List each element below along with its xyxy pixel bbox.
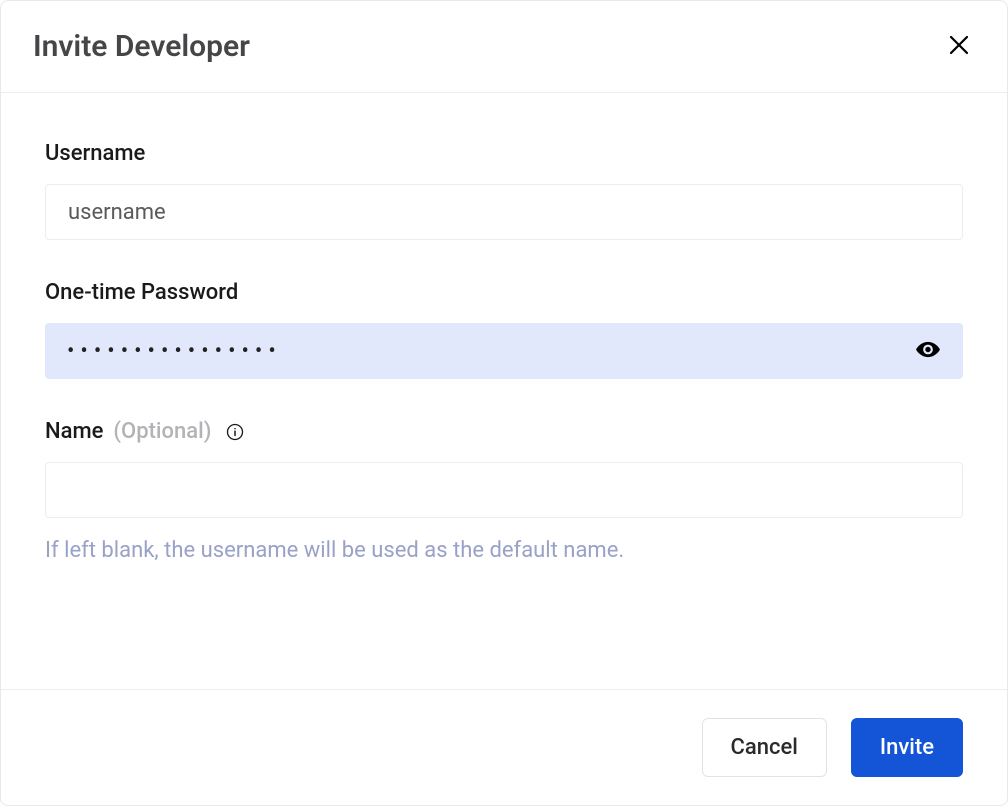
modal-header: Invite Developer xyxy=(1,1,1007,93)
username-label: Username xyxy=(45,141,963,166)
password-label: One-time Password xyxy=(45,280,963,305)
password-input[interactable]: •••••••••••••••• xyxy=(45,323,963,379)
optional-label: (Optional) xyxy=(113,419,211,444)
password-label-text: One-time Password xyxy=(45,280,238,305)
password-wrap: •••••••••••••••• xyxy=(45,323,963,379)
name-label-text: Name xyxy=(45,419,103,444)
name-label: Name (Optional) xyxy=(45,419,963,444)
eye-icon xyxy=(915,337,941,366)
close-icon xyxy=(947,33,971,60)
username-input[interactable] xyxy=(45,184,963,240)
invite-button[interactable]: Invite xyxy=(851,718,963,777)
name-input[interactable] xyxy=(45,462,963,518)
modal-body: Username One-time Password •••••••••••••… xyxy=(1,93,1007,689)
toggle-password-visibility-button[interactable] xyxy=(911,333,945,370)
username-label-text: Username xyxy=(45,141,145,166)
info-icon[interactable] xyxy=(225,422,245,442)
name-helper-text: If left blank, the username will be used… xyxy=(45,536,963,567)
modal-title: Invite Developer xyxy=(33,29,250,64)
name-group: Name (Optional) If left blank, the usern… xyxy=(45,419,963,567)
username-group: Username xyxy=(45,141,963,240)
cancel-button[interactable]: Cancel xyxy=(702,718,827,777)
invite-developer-modal: Invite Developer Username One-time Passw… xyxy=(0,0,1008,806)
modal-footer: Cancel Invite xyxy=(1,689,1007,805)
close-button[interactable] xyxy=(943,29,975,64)
password-group: One-time Password •••••••••••••••• xyxy=(45,280,963,379)
